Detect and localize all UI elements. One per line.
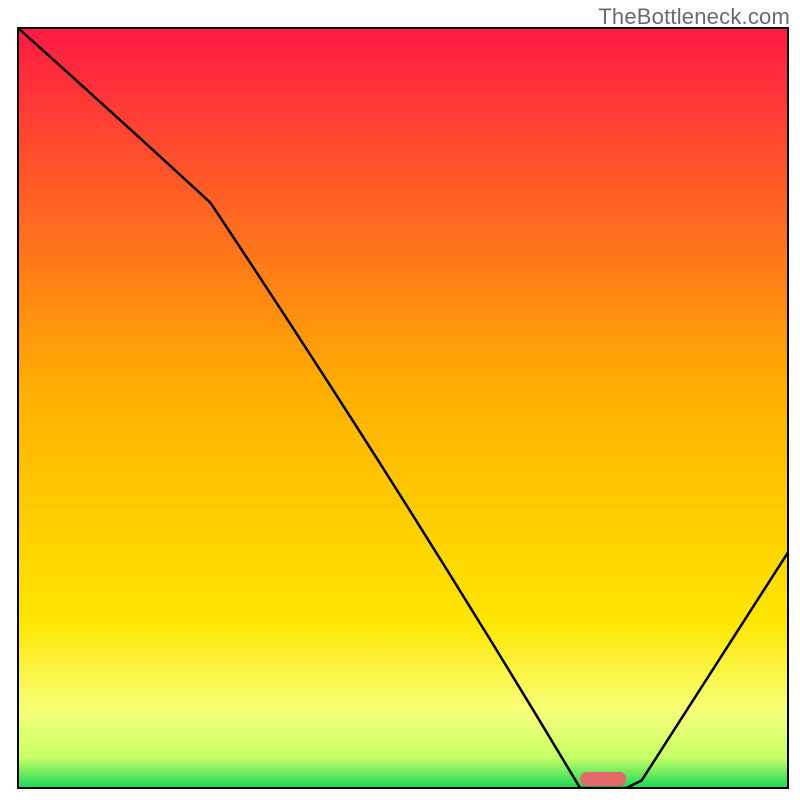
gradient-background [18,28,788,788]
watermark-text: TheBottleneck.com [598,4,790,30]
bottleneck-chart [0,0,800,800]
optimum-marker [580,772,626,786]
